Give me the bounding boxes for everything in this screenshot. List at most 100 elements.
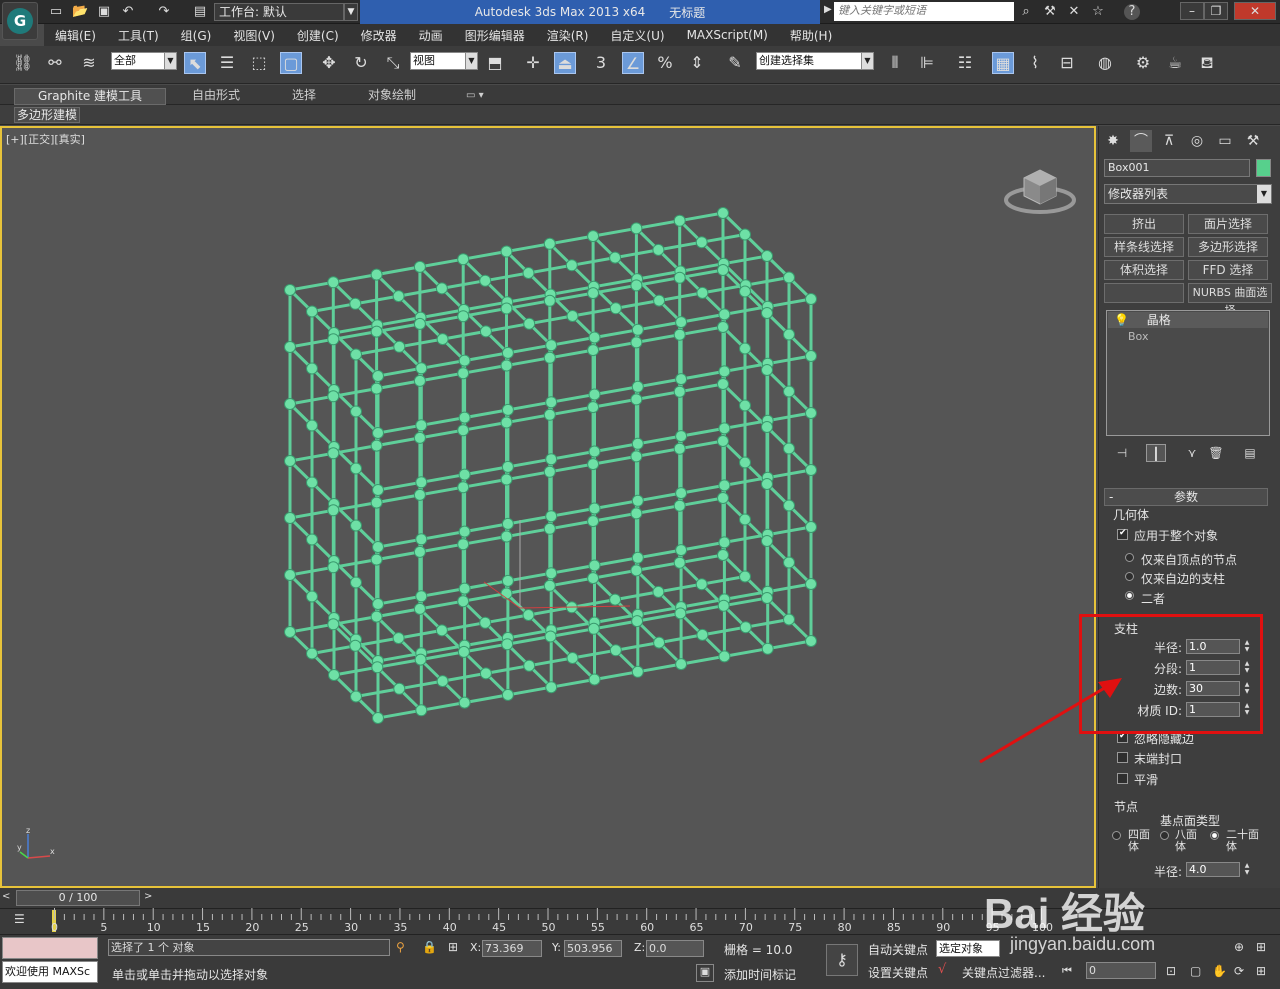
radio-nodes-only[interactable] [1125,553,1134,562]
stack-item-lattice[interactable]: 💡 晶格 [1108,312,1268,328]
graphite-toggle-icon[interactable]: ▦ [992,52,1014,74]
apply-whole-checkbox[interactable] [1117,528,1128,540]
set-key-button[interactable]: 设置关键点 [868,964,928,981]
schematic-view-icon[interactable]: ⊟ [1056,52,1078,74]
maxscript-mini-listener[interactable]: 欢迎使用 MAXSc [2,961,98,983]
motion-panel-icon[interactable]: ◎ [1186,130,1208,152]
chevron-down-icon[interactable]: ▼ [344,3,358,21]
empty-modifier-button[interactable] [1104,283,1184,303]
patch-select-button[interactable]: 面片选择 [1188,214,1268,234]
percent-snap-icon[interactable]: % [654,52,676,74]
link-icon[interactable]: ⛓ [12,52,34,74]
nurbs-surface-select-button[interactable]: NURBS 曲面选择 [1188,283,1272,317]
prev-frame-icon[interactable]: < [2,891,10,902]
save-icon[interactable]: ▣ [96,4,112,20]
close-button[interactable]: ✕ [1234,2,1276,20]
tab-object-paint[interactable]: 对象绘制 [368,88,416,103]
hierarchy-panel-icon[interactable]: ⊼ [1158,130,1180,152]
favorites-icon[interactable]: ☆ [1090,4,1106,20]
menu-graph-editors[interactable]: 图形编辑器 [454,27,536,44]
menu-help[interactable]: 帮助(H) [779,27,843,44]
new-file-icon[interactable]: ▭ [48,4,64,20]
unlink-icon[interactable]: ⚯ [44,52,66,74]
menu-maxscript[interactable]: MAXScript(M) [676,28,779,42]
reference-coord-dropdown[interactable]: 视图 ▼ [410,52,478,70]
search-input[interactable]: 键入关键字或短语 [834,2,1014,21]
z-coordinate-input[interactable]: 0.0 [646,940,704,957]
lock-selection-icon[interactable]: 🔒 [422,940,437,954]
menu-animation[interactable]: 动画 [408,27,454,44]
maxscript-listener-mini[interactable] [2,937,98,959]
zoom-icon[interactable]: ⊕ [1234,940,1244,954]
menu-customize[interactable]: 自定义(U) [599,27,675,44]
tab-freeform[interactable]: 自由形式 [192,88,240,103]
rect-selection-icon[interactable]: ⬚ [248,52,270,74]
material-editor-icon[interactable]: ◍ [1094,52,1116,74]
restore-button[interactable]: ❐ [1204,2,1228,20]
orbit-icon[interactable]: ⟳ [1234,964,1244,978]
isolate-icon[interactable]: ⚲ [396,940,405,954]
menu-edit[interactable]: 编辑(E) [44,27,107,44]
add-time-tag[interactable]: 添加时间标记 [724,966,796,983]
move-icon[interactable]: ✥ [318,52,340,74]
radio-icosa[interactable] [1210,831,1219,840]
help-icon[interactable]: ? [1124,4,1140,20]
time-tag-icon[interactable]: ▣ [696,964,714,982]
poly-select-button[interactable]: 多边形选择 [1188,237,1268,257]
align-icon[interactable]: ⊫ [916,52,938,74]
selection-filter-dropdown[interactable]: 全部 ▼ [111,52,177,70]
object-color-swatch[interactable] [1256,159,1271,177]
current-frame-input[interactable]: 0 [1086,962,1156,979]
joint-radius-spinner[interactable]: ▲ ▼ [1242,862,1252,877]
lightbulb-icon[interactable]: 💡 [1114,313,1129,327]
radio-tetra[interactable] [1112,831,1121,840]
communication-icon[interactable]: ✕ [1066,4,1082,20]
menu-views[interactable]: 视图(V) [222,27,286,44]
modifier-list-dropdown[interactable]: 修改器列表 ▼ [1104,184,1272,204]
zoom-extents-icon[interactable]: ⊡ [1166,964,1176,978]
undo-icon[interactable]: ↶ [120,4,136,20]
field-of-view-icon[interactable]: ▢ [1190,964,1201,978]
edit-named-selection-icon[interactable]: ✎ [724,52,746,74]
select-object-icon[interactable]: ⬉ [184,52,206,74]
x-coordinate-input[interactable]: 73.369 [482,940,542,957]
menu-tools[interactable]: 工具(T) [107,27,170,44]
radio-struts-only[interactable] [1125,572,1134,581]
object-name-field[interactable]: Box001 [1104,159,1250,177]
utilities-panel-icon[interactable]: ⚒ [1242,130,1264,152]
modify-panel-icon[interactable]: ⌒ [1130,130,1152,152]
pin-stack-icon[interactable]: ⊣ [1112,444,1132,462]
menu-create[interactable]: 创建(C) [286,27,350,44]
radio-octa[interactable] [1160,831,1169,840]
bind-space-warp-icon[interactable]: ≋ [78,52,100,74]
smooth-checkbox[interactable] [1117,773,1128,784]
menu-rendering[interactable]: 渲染(R) [536,27,600,44]
extrude-button[interactable]: 挤出 [1104,214,1184,234]
expand-arrow-icon[interactable]: ▶ [824,4,832,15]
select-by-name-icon[interactable]: ☰ [216,52,238,74]
pivot-center-icon[interactable]: ⬒ [484,52,506,74]
redo-icon[interactable]: ↷ [156,4,172,20]
vol-select-button[interactable]: 体积选择 [1104,260,1184,280]
maximize-viewport-icon[interactable]: ⊞ [1256,964,1266,978]
open-file-icon[interactable]: 📂 [72,4,88,20]
spline-select-button[interactable]: 样条线选择 [1104,237,1184,257]
minimize-button[interactable]: – [1180,2,1204,20]
menu-group[interactable]: 组(G) [170,27,223,44]
time-slider[interactable]: 0 / 100 [16,890,140,906]
mirror-icon[interactable]: ⫴ [884,52,906,74]
rendered-frame-icon[interactable]: ☕ [1164,52,1186,74]
named-selection-dropdown[interactable]: 创建选择集 ▼ [756,52,874,70]
absolute-mode-icon[interactable]: ⊞ [448,940,458,954]
joint-radius-input[interactable]: 4.0 [1186,862,1240,877]
layer-manager-icon[interactable]: ☷ [954,52,976,74]
configure-sets-icon[interactable]: ▤ [1240,444,1260,462]
curve-editor-icon[interactable]: ⌇ [1024,52,1046,74]
keyboard-shortcut-override-icon[interactable]: ⏏ [554,52,576,74]
y-coordinate-input[interactable]: 503.956 [564,940,622,957]
tab-graphite-modeling[interactable]: Graphite 建模工具 [14,88,166,105]
workspace-dropdown[interactable]: 工作台: 默认 [214,3,344,21]
remove-modifier-icon[interactable]: 🗑 [1206,444,1226,462]
stack-item-box[interactable]: Box [1128,330,1148,343]
window-crossing-icon[interactable]: ▢ [280,52,302,74]
